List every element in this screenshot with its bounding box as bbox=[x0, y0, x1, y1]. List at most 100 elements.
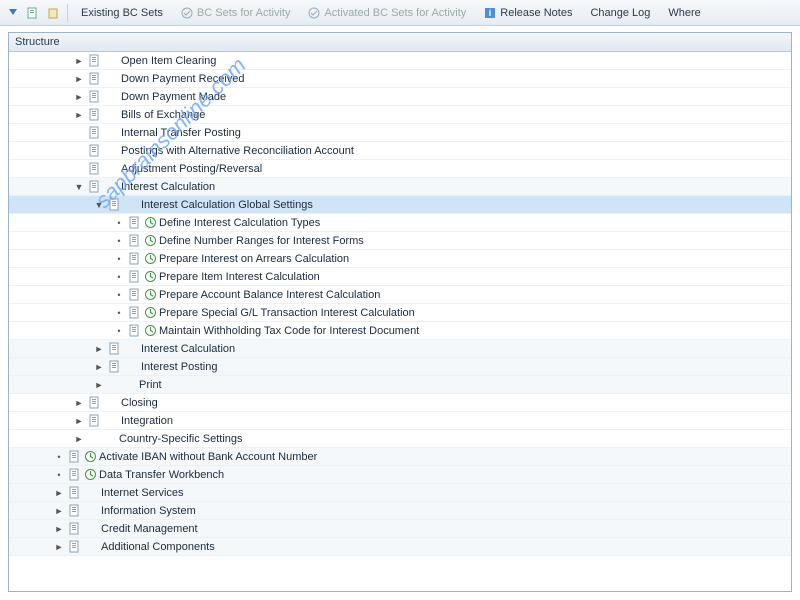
activity-clock-icon[interactable] bbox=[143, 234, 157, 248]
document-icon bbox=[127, 306, 141, 320]
tree-row[interactable]: •Maintain Withholding Tax Code for Inter… bbox=[9, 322, 791, 340]
tree-row[interactable]: •Define Interest Calculation Types bbox=[9, 214, 791, 232]
tree-row[interactable]: ►Interest Posting bbox=[9, 358, 791, 376]
activity-clock-icon[interactable] bbox=[143, 216, 157, 230]
tree-row[interactable]: ►Down Payment Received bbox=[9, 70, 791, 88]
tree-row[interactable]: ► Down Payment Made bbox=[9, 88, 791, 106]
tree-row[interactable]: ▼ Interest Calculation bbox=[9, 178, 791, 196]
activity-clock-icon[interactable] bbox=[143, 288, 157, 302]
expand-icon[interactable]: ► bbox=[93, 361, 105, 373]
tree-row[interactable]: •Prepare Special G/L Transaction Interes… bbox=[9, 304, 791, 322]
tree-row-label: Interest Calculation bbox=[121, 181, 215, 193]
expand-all-icon[interactable] bbox=[4, 4, 22, 22]
document-icon bbox=[87, 90, 101, 104]
tree-row[interactable]: Postings with Alternative Reconciliation… bbox=[9, 142, 791, 160]
tree-row[interactable]: Adjustment Posting/Reversal bbox=[9, 160, 791, 178]
tree-row[interactable]: Internal Transfer Posting bbox=[9, 124, 791, 142]
document-icon bbox=[67, 540, 81, 554]
change-log-button[interactable]: Change Log bbox=[582, 3, 658, 23]
activated-bc-sets-button[interactable]: Activated BC Sets for Activity bbox=[300, 3, 474, 23]
tree-row[interactable]: ▼ Interest Calculation Global Settings bbox=[9, 196, 791, 214]
tree-row[interactable]: ► Credit Management bbox=[9, 520, 791, 538]
document-icon[interactable] bbox=[24, 4, 42, 22]
tree-row-label: Print bbox=[139, 379, 162, 391]
expand-icon[interactable]: ► bbox=[53, 541, 65, 553]
activated-bc-sets-label: Activated BC Sets for Activity bbox=[324, 7, 466, 19]
paste-icon[interactable] bbox=[44, 4, 62, 22]
activity-clock-icon[interactable] bbox=[143, 252, 157, 266]
document-icon bbox=[127, 324, 141, 338]
release-notes-label: Release Notes bbox=[500, 7, 572, 19]
svg-text:i: i bbox=[489, 8, 492, 18]
collapse-icon[interactable]: ▼ bbox=[73, 181, 85, 193]
leaf-bullet-icon: • bbox=[113, 217, 125, 229]
tree-row[interactable]: ► Closing bbox=[9, 394, 791, 412]
tree-row-label: Closing bbox=[121, 397, 158, 409]
tree-row-label: Bills of Exchange bbox=[121, 109, 205, 121]
tree-row[interactable]: ► Integration bbox=[9, 412, 791, 430]
expand-icon[interactable]: ► bbox=[53, 523, 65, 535]
tree-row-label: Information System bbox=[101, 505, 196, 517]
activity-clock-icon[interactable] bbox=[143, 270, 157, 284]
tree-row[interactable]: ►Internet Services bbox=[9, 484, 791, 502]
tree-row-label: Interest Calculation Global Settings bbox=[141, 199, 313, 211]
tree-row[interactable]: •Define Number Ranges for Interest Forms bbox=[9, 232, 791, 250]
activity-clock-icon[interactable] bbox=[83, 450, 97, 464]
tree-row-label: Prepare Interest on Arrears Calculation bbox=[159, 253, 349, 265]
expand-icon[interactable]: ► bbox=[73, 109, 85, 121]
activity-clock-icon[interactable] bbox=[143, 306, 157, 320]
tree-row-label: Adjustment Posting/Reversal bbox=[121, 163, 262, 175]
expand-icon[interactable]: ► bbox=[73, 91, 85, 103]
document-icon bbox=[87, 144, 101, 158]
tree-row[interactable]: ►Additional Components bbox=[9, 538, 791, 556]
activity-clock-icon[interactable] bbox=[143, 324, 157, 338]
collapse-icon[interactable]: ▼ bbox=[93, 199, 105, 211]
tree-row[interactable]: •Activate IBAN without Bank Account Numb… bbox=[9, 448, 791, 466]
document-icon bbox=[107, 198, 121, 212]
document-icon bbox=[87, 396, 101, 410]
leaf-bullet-icon: • bbox=[53, 469, 65, 481]
expand-icon[interactable]: ► bbox=[93, 343, 105, 355]
tree-row-label: Data Transfer Workbench bbox=[99, 469, 224, 481]
tree-row[interactable]: ► Country-Specific Settings bbox=[9, 430, 791, 448]
activity-clock-icon[interactable] bbox=[83, 468, 97, 482]
tree-row[interactable]: ► Print bbox=[9, 376, 791, 394]
tree-row[interactable]: •Prepare Interest on Arrears Calculation bbox=[9, 250, 791, 268]
tree-row-label: Prepare Item Interest Calculation bbox=[159, 271, 320, 283]
tree-row-label: Integration bbox=[121, 415, 173, 427]
expand-icon[interactable]: ► bbox=[73, 73, 85, 85]
existing-bc-sets-button[interactable]: Existing BC Sets bbox=[73, 3, 171, 23]
expand-icon[interactable]: ► bbox=[93, 379, 105, 391]
tree-row-label: Postings with Alternative Reconciliation… bbox=[121, 145, 354, 157]
tree-row-label: Interest Calculation bbox=[141, 343, 235, 355]
tree-row-label: Open Item Clearing bbox=[121, 55, 216, 67]
release-notes-button[interactable]: i Release Notes bbox=[476, 3, 580, 23]
document-icon bbox=[67, 450, 81, 464]
expand-icon[interactable]: ► bbox=[53, 505, 65, 517]
document-icon bbox=[87, 180, 101, 194]
tree-row[interactable]: ► Interest Calculation bbox=[9, 340, 791, 358]
tree-row[interactable]: • Data Transfer Workbench bbox=[9, 466, 791, 484]
tree-row[interactable]: ► Open Item Clearing bbox=[9, 52, 791, 70]
expand-icon[interactable]: ► bbox=[73, 55, 85, 67]
toolbar: Existing BC Sets BC Sets for Activity Ac… bbox=[0, 0, 800, 26]
expand-icon[interactable]: ► bbox=[53, 487, 65, 499]
tree-row-label: Down Payment Made bbox=[121, 91, 226, 103]
expand-icon[interactable]: ► bbox=[73, 397, 85, 409]
expander-placeholder bbox=[73, 145, 85, 157]
expand-icon[interactable]: ► bbox=[73, 415, 85, 427]
tree-row[interactable]: •Prepare Account Balance Interest Calcul… bbox=[9, 286, 791, 304]
tree-row-label: Credit Management bbox=[101, 523, 198, 535]
document-icon bbox=[127, 288, 141, 302]
tree-row[interactable]: ► Information System bbox=[9, 502, 791, 520]
bc-sets-activity-button[interactable]: BC Sets for Activity bbox=[173, 3, 299, 23]
document-icon bbox=[67, 468, 81, 482]
where-used-button[interactable]: Where bbox=[660, 3, 708, 23]
tree-row[interactable]: •Prepare Item Interest Calculation bbox=[9, 268, 791, 286]
tree-row[interactable]: ► Bills of Exchange bbox=[9, 106, 791, 124]
leaf-bullet-icon: • bbox=[113, 289, 125, 301]
tree-row-label: Country-Specific Settings bbox=[119, 433, 243, 445]
tree-row-label: Maintain Withholding Tax Code for Intere… bbox=[159, 325, 419, 337]
tree-body: ► Open Item Clearing ►Down Payment Receive… bbox=[9, 52, 791, 556]
expand-icon[interactable]: ► bbox=[73, 433, 85, 445]
